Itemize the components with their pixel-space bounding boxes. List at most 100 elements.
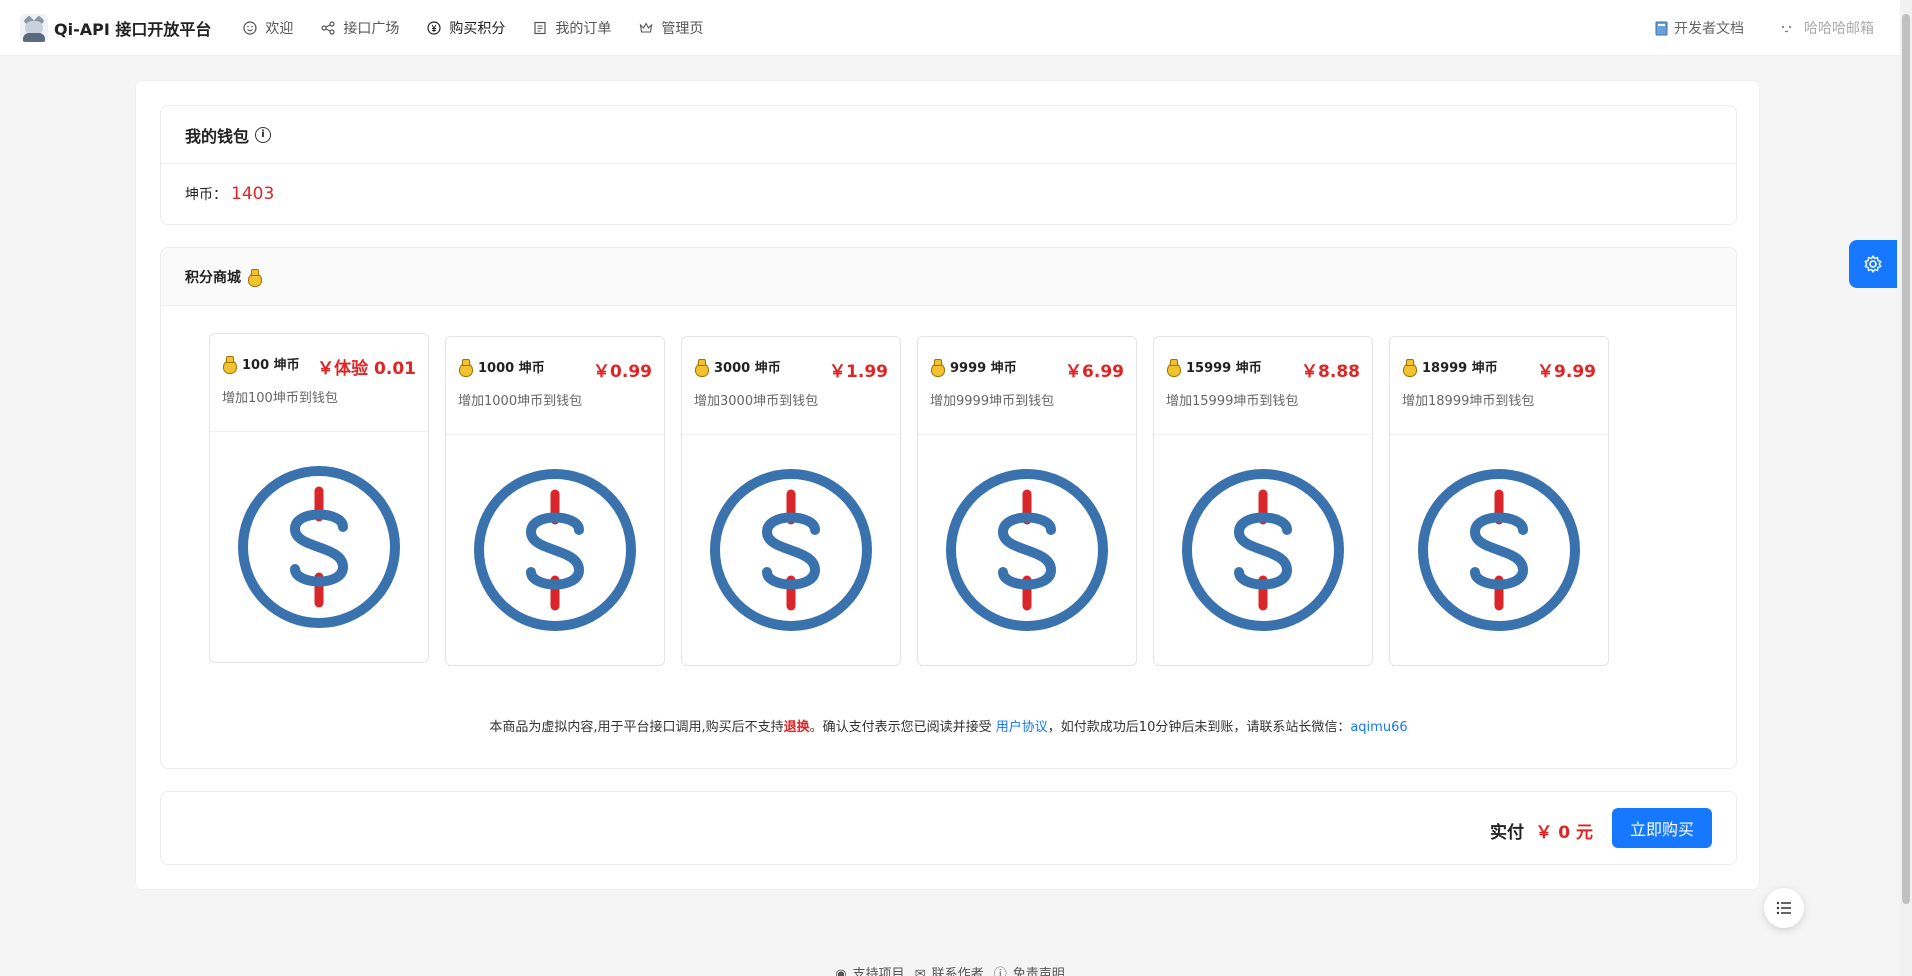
user-agreement-link[interactable]: 用户协议 (996, 720, 1048, 735)
points-shop-card: 积分商城 100 坤币 ￥体验 0.01 增加100坤币到钱包 1000 坤币 … (160, 247, 1737, 769)
product-desc: 增加3000坤币到钱包 (694, 394, 819, 409)
nav-label: 接口广场 (343, 20, 400, 37)
notice-refund: 退换 (783, 720, 810, 735)
product-price: ￥0.99 (593, 362, 652, 382)
github-icon: ◉ (835, 967, 847, 976)
nav-item-my-orders[interactable]: 我的订单 (519, 0, 625, 56)
money-bag-icon (247, 268, 262, 287)
product-price: ￥体验 0.01 (317, 359, 416, 379)
footer-contact-link[interactable]: 联系作者 (932, 967, 984, 976)
product-desc: 增加15999坤币到钱包 (1166, 394, 1299, 409)
book-icon (1655, 21, 1668, 36)
purchase-notice: 本商品为虚拟内容,用于平台接口调用,购买后不支持退换。确认支付表示您已阅读并接受… (161, 716, 1736, 735)
user-menu[interactable]: 哈哈哈邮箱 (1780, 18, 1874, 38)
info-icon[interactable]: i (255, 126, 272, 143)
product-price: ￥8.88 (1301, 362, 1360, 382)
money-bag-icon (458, 358, 473, 377)
dollar-coin-icon (1390, 435, 1608, 665)
list-icon (1776, 901, 1791, 915)
logo-text: Qi-API 接口开放平台 (54, 19, 212, 39)
footer-support-link[interactable]: 支持项目 (853, 967, 905, 976)
gear-icon (1864, 255, 1882, 273)
dollar-coin-icon (210, 432, 428, 662)
product-header: 15999 坤币 ￥8.88 增加15999坤币到钱包 (1154, 337, 1372, 435)
pay-bar: 实付 ￥ 0 元 立即购买 (160, 791, 1737, 865)
product-card[interactable]: 1000 坤币 ￥0.99 增加1000坤币到钱包 (445, 336, 665, 666)
dollar-coin-icon (446, 435, 664, 665)
coin-balance: 1403 (231, 184, 275, 204)
nav-label: 欢迎 (265, 20, 294, 37)
coin-icon (427, 20, 441, 35)
product-card[interactable]: 18999 坤币 ￥9.99 增加18999坤币到钱包 (1389, 336, 1609, 666)
wechat-id[interactable]: aqimu66 (1350, 720, 1407, 735)
notice-text: 本商品为虚拟内容,用于平台接口调用,购买后不支持 (489, 720, 784, 735)
buy-now-button[interactable]: 立即购买 (1612, 808, 1712, 848)
nav-label: 管理页 (661, 20, 704, 37)
product-name: 9999 坤币 (950, 361, 1017, 376)
nav-item-buy-points[interactable]: 购买积分 (413, 0, 519, 56)
nav-item-admin[interactable]: 管理页 (625, 0, 717, 56)
product-list: 100 坤币 ￥体验 0.01 增加100坤币到钱包 1000 坤币 ￥0.99 (209, 333, 1609, 666)
scrollbar-thumb[interactable] (1902, 14, 1910, 904)
order-icon (533, 21, 547, 35)
dollar-coin-icon (918, 435, 1136, 665)
money-bag-icon (930, 358, 945, 377)
shop-title: 积分商城 (185, 269, 241, 286)
product-desc: 增加18999坤币到钱包 (1402, 394, 1535, 409)
notice-text: ，如付款成功后10分钟后未到账，请联系站长微信： (1047, 720, 1351, 735)
money-bag-icon (1166, 358, 1181, 377)
product-name: 18999 坤币 (1422, 361, 1498, 376)
product-desc: 增加1000坤币到钱包 (458, 394, 583, 409)
product-name: 100 坤币 (242, 358, 300, 373)
notice-text: 。确认支付表示您已阅读并接受 (809, 720, 996, 735)
main-card: 我的钱包 i 坤币： 1403 积分商城 100 坤币 ￥体验 0.01 增加1… (135, 80, 1760, 890)
product-name: 3000 坤币 (714, 361, 781, 376)
wallet-header: 我的钱包 i (161, 106, 1736, 164)
developer-docs-link[interactable]: 开发者文档 (1655, 18, 1744, 38)
product-card[interactable]: 9999 坤币 ￥6.99 增加9999坤币到钱包 (917, 336, 1137, 666)
user-label: 哈哈哈邮箱 (1804, 21, 1874, 37)
product-name: 15999 坤币 (1186, 361, 1262, 376)
crown-icon (639, 21, 653, 35)
nav-label: 购买积分 (449, 20, 506, 37)
nav-item-welcome[interactable]: 欢迎 (229, 0, 307, 56)
nav-item-api-square[interactable]: 接口广场 (307, 0, 413, 56)
product-price: ￥1.99 (829, 362, 888, 382)
coin-label: 坤币： (185, 187, 227, 203)
footer-disclaimer-link[interactable]: 免责声明 (1013, 967, 1065, 976)
main-nav: 欢迎 接口广场 购买积分 我的订单 管理页 (229, 0, 717, 56)
wechat-icon: ✉ (914, 967, 926, 976)
product-card[interactable]: 3000 坤币 ￥1.99 增加3000坤币到钱包 (681, 336, 901, 666)
pay-amount: ￥ 0 元 (1535, 823, 1593, 843)
product-header: 18999 坤币 ￥9.99 增加18999坤币到钱包 (1390, 337, 1608, 435)
float-menu-button[interactable] (1764, 888, 1804, 928)
wallet-card: 我的钱包 i 坤币： 1403 (160, 105, 1737, 225)
avatar (1780, 21, 1798, 35)
product-header: 1000 坤币 ￥0.99 增加1000坤币到钱包 (446, 337, 664, 435)
logo[interactable]: Qi-API 接口开放平台 (20, 13, 212, 42)
product-desc: 增加100坤币到钱包 (222, 391, 338, 406)
money-bag-icon (222, 355, 237, 374)
nav-label: 我的订单 (555, 20, 612, 37)
product-name: 1000 坤币 (478, 361, 545, 376)
header-right: 开发者文档 哈哈哈邮箱 (1619, 0, 1874, 56)
product-header: 100 坤币 ￥体验 0.01 增加100坤币到钱包 (210, 334, 428, 432)
scrollbar[interactable] (1900, 0, 1912, 976)
product-header: 9999 坤币 ￥6.99 增加9999坤币到钱包 (918, 337, 1136, 435)
pay-label: 实付 (1490, 823, 1524, 843)
product-card[interactable]: 100 坤币 ￥体验 0.01 增加100坤币到钱包 (209, 333, 429, 663)
money-bag-icon (1402, 358, 1417, 377)
logo-cat-icon (20, 13, 48, 42)
product-header: 3000 坤币 ￥1.99 增加3000坤币到钱包 (682, 337, 900, 435)
dollar-coin-icon (1154, 435, 1372, 665)
dollar-coin-icon (682, 435, 900, 665)
top-header: Qi-API 接口开放平台 欢迎 接口广场 购买积分 我的订单 管理页 开发者文… (0, 0, 1900, 56)
wallet-body: 坤币： 1403 (161, 164, 1736, 224)
product-price: ￥9.99 (1537, 362, 1596, 382)
share-icon (321, 20, 335, 35)
product-card[interactable]: 15999 坤币 ￥8.88 增加15999坤币到钱包 (1153, 336, 1373, 666)
info-icon: ⓘ (993, 967, 1007, 976)
settings-button[interactable] (1849, 240, 1897, 288)
money-bag-icon (694, 358, 709, 377)
smile-icon (243, 20, 257, 35)
